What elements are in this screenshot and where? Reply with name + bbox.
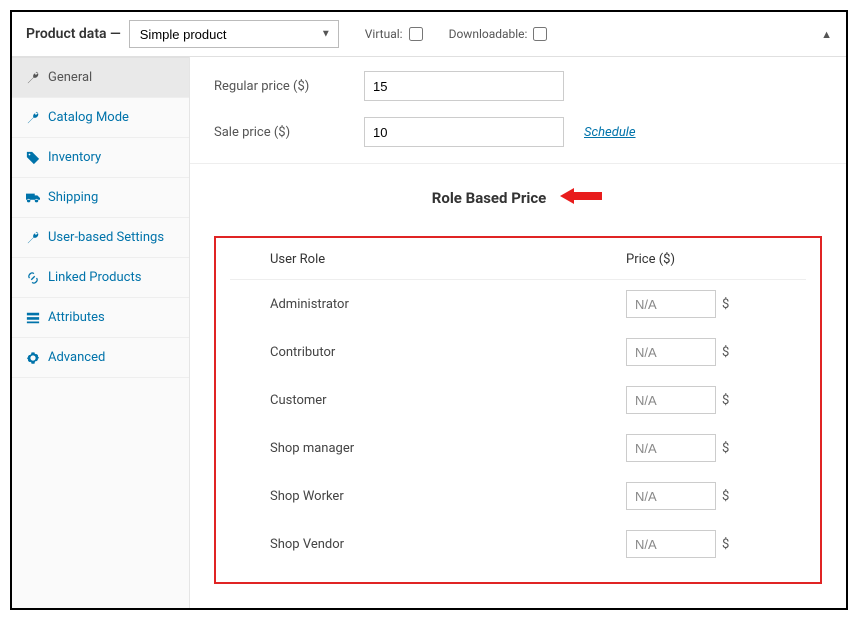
price-cell: $ [626,290,766,318]
role-heading-text: Role Based Price [432,189,547,207]
truck-icon [26,191,40,205]
role-price-input[interactable] [626,290,716,318]
sidebar-item-label: General [48,70,92,85]
downloadable-checkbox[interactable] [533,27,547,41]
role-price-input[interactable] [626,530,716,558]
role-name: Customer [270,393,626,408]
role-price-table: User Role Price ($) Administrator$Contri… [230,246,806,568]
sidebar-item-general[interactable]: General [12,57,189,98]
role-based-heading: Role Based Price [214,186,822,210]
currency-symbol: $ [722,297,729,312]
regular-price-row: Regular price ($) [214,71,822,101]
price-cell: $ [626,530,766,558]
virtual-label: Virtual: [365,27,403,41]
currency-symbol: $ [722,393,729,408]
role-price-input[interactable] [626,434,716,462]
role-price-highlight: User Role Price ($) Administrator$Contri… [214,236,822,584]
panel-body: General Catalog Mode Inventory Shipping User… [12,57,846,608]
price-cell: $ [626,386,766,414]
currency-symbol: $ [722,537,729,552]
role-row: Administrator $ [230,280,806,328]
role-price-input[interactable] [626,338,716,366]
product-type-select-wrap: Simple product ▼ [129,20,339,48]
sidebar-item-user-based-settings[interactable]: User-based Settings [12,218,189,258]
downloadable-label: Downloadable: [449,27,528,41]
price-cell: $ [626,482,766,510]
collapse-icon[interactable]: ▲ [821,28,832,41]
link-icon [26,271,40,285]
sidebar-item-label: Attributes [48,310,105,325]
price-cell: $ [626,434,766,462]
role-name: Contributor [270,345,626,360]
sidebar-item-shipping[interactable]: Shipping [12,178,189,218]
sidebar-item-inventory[interactable]: Inventory [12,138,189,178]
sidebar-item-catalog-mode[interactable]: Catalog Mode [12,98,189,138]
col-price: Price ($) [626,252,766,267]
wrench-icon [26,71,40,85]
wrench-icon [26,231,40,245]
currency-symbol: $ [722,489,729,504]
sidebar-item-label: Linked Products [48,270,141,285]
role-row: Contributor $ [230,328,806,376]
product-data-panel: Product data — Simple product ▼ Virtual:… [10,10,848,610]
role-table-header: User Role Price ($) [230,246,806,280]
tag-icon [26,151,40,165]
downloadable-option: Downloadable: [449,27,548,41]
sidebar-item-linked-products[interactable]: Linked Products [12,258,189,298]
sale-price-label: Sale price ($) [214,125,364,140]
sale-price-input[interactable] [364,117,564,147]
sale-price-row: Sale price ($) Schedule [214,117,822,147]
sidebar-item-label: Catalog Mode [48,110,129,125]
role-row: Shop Vendor $ [230,520,806,568]
list-icon [26,311,40,325]
panel-header: Product data — Simple product ▼ Virtual:… [12,12,846,57]
virtual-option: Virtual: [365,27,423,41]
price-cell: $ [626,338,766,366]
role-price-input[interactable] [626,482,716,510]
panel-title: Product data — [26,26,121,42]
sidebar-item-attributes[interactable]: Attributes [12,298,189,338]
currency-symbol: $ [722,345,729,360]
gear-icon [26,351,40,365]
sidebar-item-label: Advanced [48,350,105,365]
regular-price-label: Regular price ($) [214,79,364,94]
regular-price-input[interactable] [364,71,564,101]
sidebar-item-label: User-based Settings [48,230,164,245]
content: Regular price ($) Sale price ($) Schedul… [190,57,846,608]
divider [190,163,846,164]
role-price-input[interactable] [626,386,716,414]
col-user-role: User Role [270,252,626,267]
schedule-link[interactable]: Schedule [584,125,636,140]
role-name: Administrator [270,297,626,312]
sidebar: General Catalog Mode Inventory Shipping User… [12,57,190,608]
wrench-icon [26,111,40,125]
role-name: Shop Worker [270,489,626,504]
sidebar-item-label: Shipping [48,190,98,205]
role-name: Shop manager [270,441,626,456]
role-name: Shop Vendor [270,537,626,552]
role-row: Shop Worker $ [230,472,806,520]
currency-symbol: $ [722,441,729,456]
role-row: Customer $ [230,376,806,424]
arrow-left-icon [558,186,604,210]
virtual-checkbox[interactable] [409,27,423,41]
role-row: Shop manager $ [230,424,806,472]
product-type-select[interactable]: Simple product [129,20,339,48]
sidebar-item-advanced[interactable]: Advanced [12,338,189,378]
sidebar-item-label: Inventory [48,150,101,165]
